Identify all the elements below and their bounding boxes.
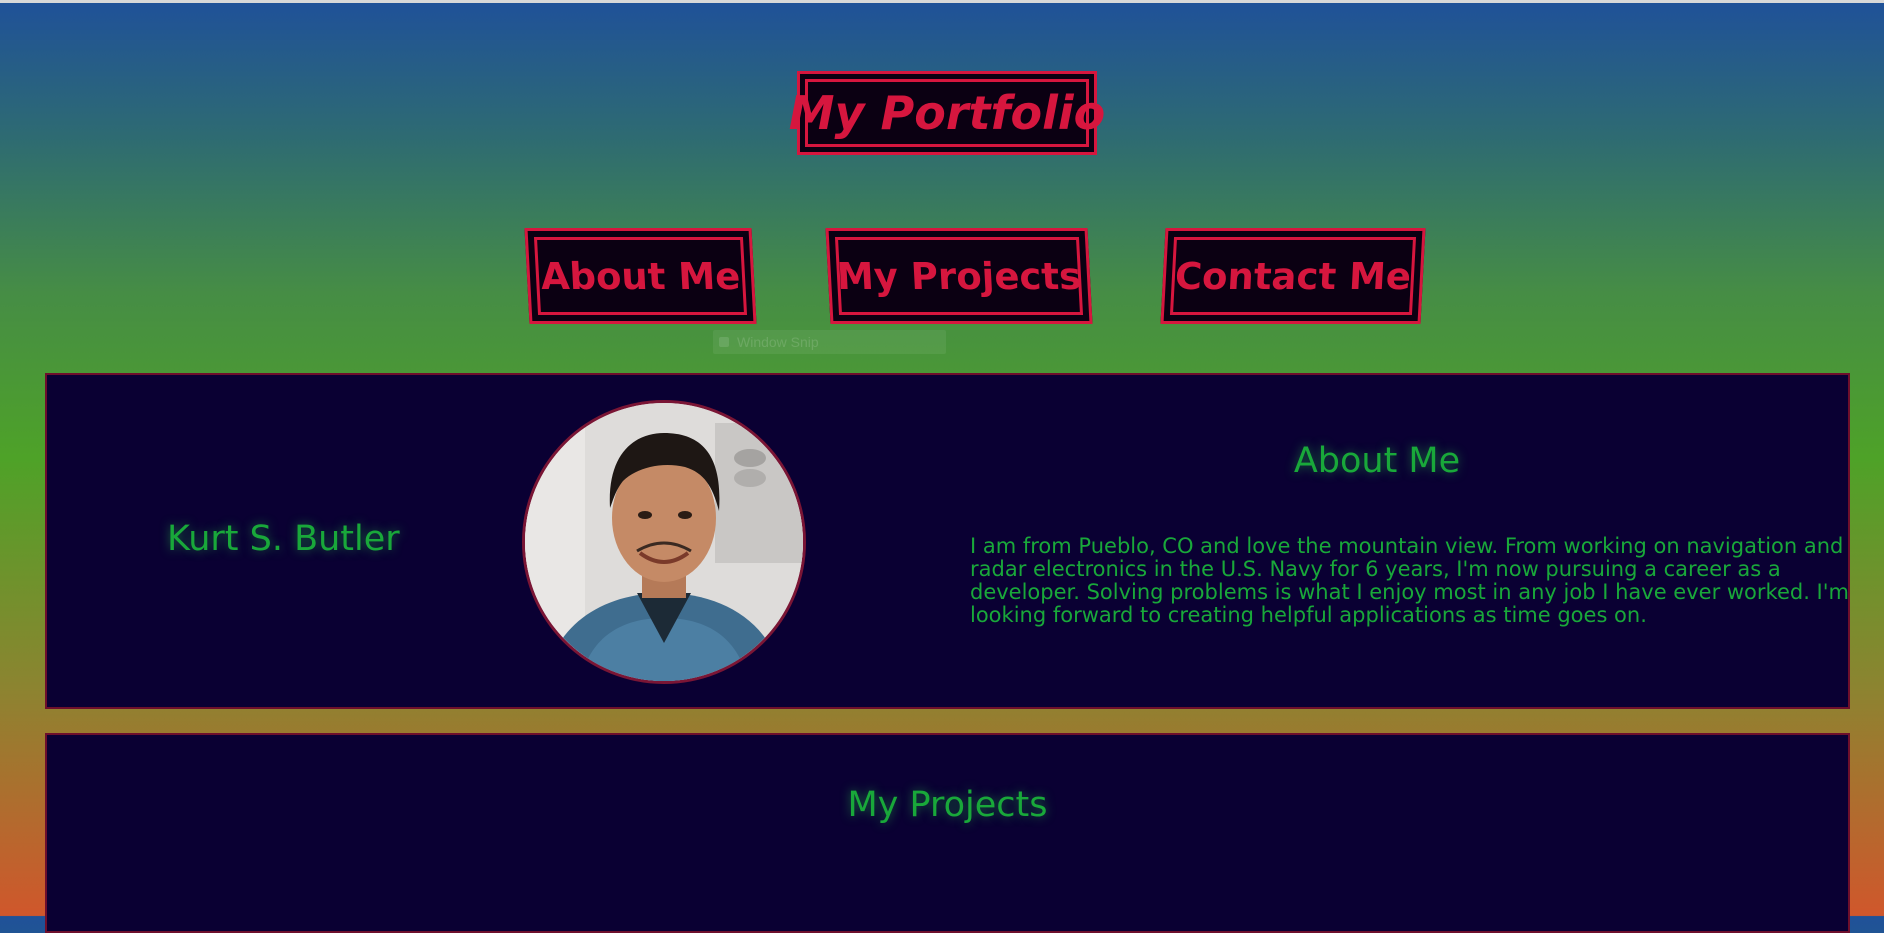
window-top-edge bbox=[0, 0, 1884, 3]
nav-contact-me-button[interactable]: Contact Me bbox=[1160, 228, 1426, 324]
nav-contact-me-label: Contact Me bbox=[1173, 254, 1413, 298]
nav-my-projects-button[interactable]: My Projects bbox=[825, 228, 1093, 324]
about-heading: About Me bbox=[1293, 441, 1461, 481]
profile-photo bbox=[522, 400, 806, 684]
about-section: Kurt S. Butler About Me I am from Pueblo… bbox=[45, 373, 1850, 709]
site-title-box: My Portfolio bbox=[789, 71, 1105, 155]
window-snip-overlay: Window Snip bbox=[713, 330, 946, 354]
projects-section: My Projects bbox=[45, 733, 1850, 933]
nav-my-projects-label: My Projects bbox=[835, 254, 1083, 298]
about-paragraph: I am from Pueblo, CO and love the mounta… bbox=[970, 534, 1849, 627]
nav-about-me-label: About Me bbox=[539, 254, 742, 298]
profile-name: Kurt S. Butler bbox=[167, 519, 400, 559]
site-title: My Portfolio bbox=[788, 86, 1106, 140]
window-snip-label: Window Snip bbox=[737, 334, 819, 350]
projects-heading: My Projects bbox=[847, 785, 1048, 825]
snip-icon bbox=[719, 337, 729, 347]
nav-about-me-button[interactable]: About Me bbox=[524, 228, 757, 324]
avatar-icon bbox=[525, 403, 803, 681]
